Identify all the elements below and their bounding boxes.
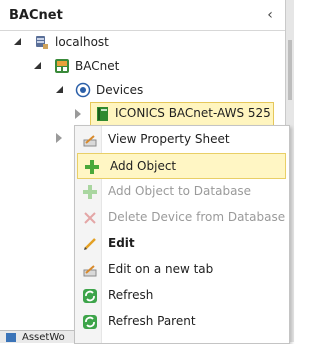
expand-arrow-icon[interactable] [56, 86, 63, 93]
tree-node-selected-device[interactable]: ICONICS BACnet-AWS 525 [90, 102, 274, 126]
add-icon [82, 184, 98, 200]
bacnet-icon [54, 58, 70, 80]
tree-node-label: Devices [96, 83, 144, 97]
refresh-icon [82, 314, 98, 330]
pencil-icon [82, 236, 98, 252]
collapsed-arrow-icon[interactable] [56, 133, 62, 143]
menu-item-edit[interactable]: Edit [76, 231, 287, 255]
panel-header: BACnet ‹ [0, 0, 285, 31]
tree-node-devices[interactable]: Devices [0, 80, 285, 100]
devices-icon [75, 82, 91, 104]
menu-item-add-object[interactable]: Add Object [77, 153, 286, 179]
collapsed-arrow-icon[interactable] [75, 109, 81, 119]
menu-item-refresh-parent[interactable]: Refresh Parent [76, 309, 287, 333]
tree-node-label: ICONICS BACnet-AWS 525 [115, 106, 271, 120]
menu-item-delete-device-from-database[interactable]: Delete Device from Database [76, 205, 287, 229]
context-menu: View Property Sheet Add Object Add Objec… [74, 125, 290, 344]
expand-arrow-icon[interactable] [14, 38, 21, 45]
tree-node-localhost[interactable]: localhost [0, 32, 285, 52]
menu-item-add-object-to-database[interactable]: Add Object to Database [76, 179, 287, 203]
scroll-thumb[interactable] [288, 40, 292, 100]
asset-icon [6, 333, 16, 342]
menu-item-edit-on-new-tab[interactable]: Edit on a new tab [76, 257, 287, 281]
server-icon [33, 34, 49, 56]
device-book-icon [95, 106, 111, 125]
collapse-panel-button[interactable]: ‹ [262, 6, 278, 24]
expand-arrow-icon[interactable] [34, 62, 41, 69]
menu-item-refresh[interactable]: Refresh [76, 283, 287, 307]
delete-icon [82, 210, 98, 226]
tree-node-label: localhost [55, 35, 109, 49]
tree-node-bacnet[interactable]: BACnet [0, 56, 285, 76]
add-icon [84, 159, 100, 175]
bottom-tab-assetworx[interactable]: AssetWo [0, 330, 75, 343]
refresh-icon [82, 288, 98, 304]
menu-item-view-property-sheet[interactable]: View Property Sheet [76, 127, 287, 151]
property-sheet-icon [82, 132, 98, 148]
tree-node-label: BACnet [75, 59, 120, 73]
panel-title: BACnet [9, 8, 63, 23]
edit-tab-icon [82, 262, 98, 278]
